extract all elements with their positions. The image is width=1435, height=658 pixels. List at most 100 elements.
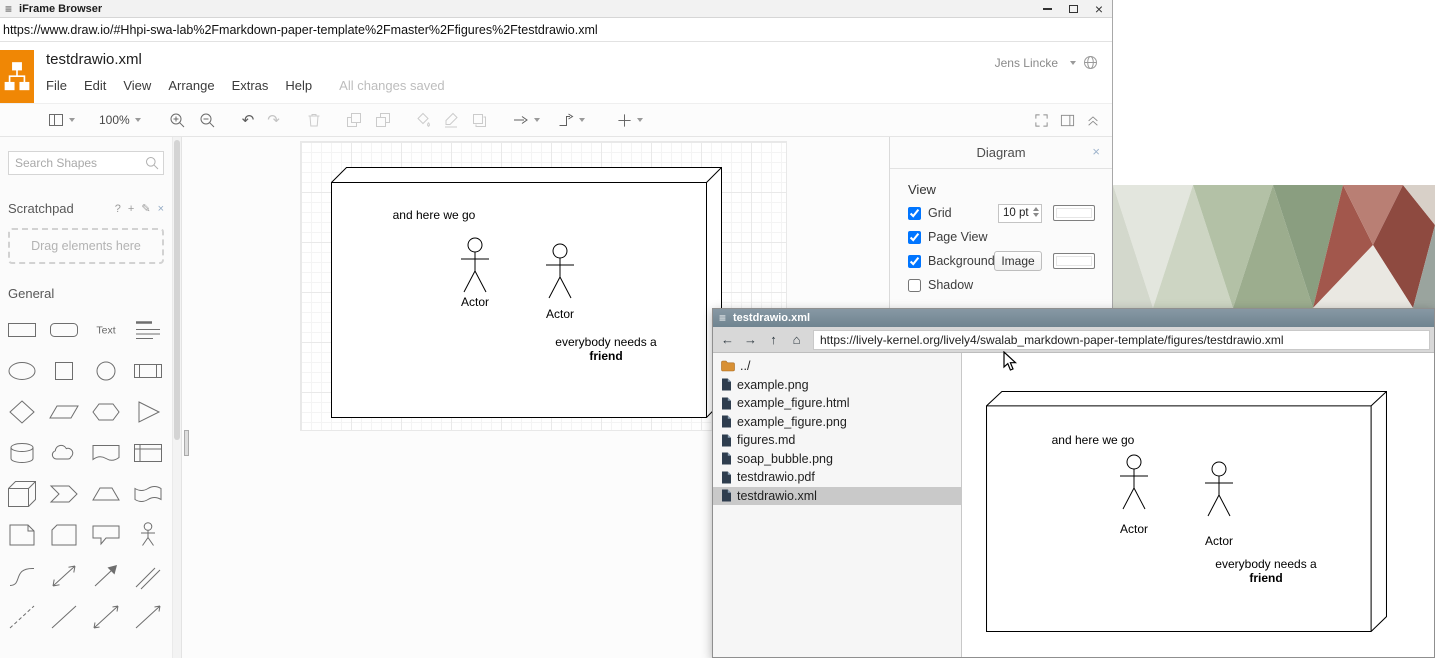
internal-storage-shape[interactable] (130, 436, 166, 470)
user-name[interactable]: Jens Lincke (995, 56, 1058, 70)
file-url-field[interactable]: https://lively-kernel.org/lively4/swalab… (813, 330, 1430, 350)
collapse-toolbar-icon[interactable] (1086, 113, 1100, 127)
fullscreen-icon[interactable] (1034, 113, 1049, 128)
window-titlebar[interactable]: ≡ iFrame Browser × (0, 0, 1112, 18)
background-image-button[interactable]: Image (994, 251, 1042, 271)
hamburger-icon[interactable]: ≡ (5, 3, 12, 15)
shadow-checkbox[interactable] (908, 279, 921, 292)
document-shape[interactable] (88, 436, 124, 470)
user-menu[interactable]: Jens Lincke (995, 55, 1098, 70)
directional-connector-shape[interactable] (130, 600, 166, 634)
maximize-button[interactable] (1060, 0, 1086, 17)
browser-url-text[interactable]: https://www.draw.io/#Hhpi-swa-lab%2Fmark… (0, 23, 598, 37)
menu-edit[interactable]: Edit (84, 78, 106, 93)
delete-button[interactable] (306, 112, 322, 128)
note-shape[interactable] (4, 518, 40, 552)
zoom-in-button[interactable] (169, 112, 186, 129)
fill-color-button[interactable] (415, 112, 431, 128)
menu-view[interactable]: View (123, 78, 151, 93)
dashed-line-shape[interactable] (4, 600, 40, 634)
menu-arrange[interactable]: Arrange (168, 78, 214, 93)
forward-button[interactable]: → (740, 329, 761, 350)
menu-extras[interactable]: Extras (232, 78, 269, 93)
bidirectional-connector-shape[interactable] (88, 600, 124, 634)
edit-icon[interactable]: ✎ (141, 202, 150, 215)
file-row[interactable]: figures.md (713, 431, 961, 450)
file-row[interactable]: soap_bubble.png (713, 450, 961, 469)
to-back-button[interactable] (375, 112, 391, 128)
background-checkbox[interactable] (908, 255, 921, 268)
grid-color-swatch[interactable] (1053, 205, 1095, 221)
file-row[interactable]: example.png (713, 376, 961, 395)
help-icon[interactable]: ? (115, 203, 121, 215)
trapezoid-shape[interactable] (88, 477, 124, 511)
scrollbar-thumb[interactable] (174, 140, 180, 440)
up-button[interactable]: ↑ (763, 329, 784, 350)
waypoints-dropdown[interactable] (558, 112, 585, 128)
arrow-shape[interactable] (88, 559, 124, 593)
line-shape[interactable] (46, 600, 82, 634)
stepper-down-icon[interactable] (1033, 213, 1039, 217)
file-row[interactable]: example_figure.png (713, 413, 961, 432)
insert-dropdown[interactable] (617, 113, 643, 128)
zoom-level[interactable]: 100% (99, 113, 130, 127)
diagram-note[interactable]: everybody needs a friend (546, 335, 666, 363)
cube-shape[interactable] (4, 477, 40, 511)
page-view-checkbox[interactable] (908, 231, 921, 244)
background-color-swatch[interactable] (1053, 253, 1095, 269)
text-shape[interactable]: Text (88, 313, 124, 347)
file-row[interactable]: testdrawio.xml (713, 487, 961, 506)
add-icon[interactable]: + (128, 203, 134, 215)
step-shape[interactable] (46, 477, 82, 511)
bidirectional-arrow-shape[interactable] (46, 559, 82, 593)
sidebar-collapse-handle[interactable] (184, 430, 189, 456)
redo-button[interactable]: ↷ (267, 113, 280, 128)
browser-url-bar[interactable]: https://www.draw.io/#Hhpi-swa-lab%2Fmark… (0, 18, 1112, 42)
diamond-shape[interactable] (4, 395, 40, 429)
page-view-dropdown[interactable] (48, 112, 75, 128)
diagram-caption[interactable]: and here we go (384, 208, 484, 222)
grid-checkbox[interactable] (908, 207, 921, 220)
menu-help[interactable]: Help (285, 78, 312, 93)
sidebar-scrollbar[interactable] (172, 137, 181, 658)
actor-shape[interactable] (130, 518, 166, 552)
close-icon[interactable]: × (158, 203, 164, 215)
hamburger-icon[interactable]: ≡ (719, 312, 726, 324)
line-color-button[interactable] (443, 112, 459, 128)
back-button[interactable]: ← (717, 329, 738, 350)
process-shape[interactable] (130, 354, 166, 388)
file-window-titlebar[interactable]: ≡ testdrawio.xml (713, 309, 1434, 327)
minimize-button[interactable] (1034, 0, 1060, 17)
actor-label[interactable]: Actor (530, 307, 590, 321)
undo-button[interactable]: ↶ (242, 113, 255, 128)
ellipse-shape[interactable] (4, 354, 40, 388)
actor-shape[interactable] (545, 243, 575, 300)
triangle-shape[interactable] (130, 395, 166, 429)
rectangle-shape[interactable] (4, 313, 40, 347)
format-panel-toggle-icon[interactable] (1060, 113, 1075, 128)
parallelogram-shape[interactable] (46, 395, 82, 429)
zoom-out-button[interactable] (199, 112, 216, 129)
zoom-level-dropdown[interactable]: 100% (99, 113, 141, 127)
file-row[interactable]: ../ (713, 357, 961, 376)
callout-shape[interactable] (88, 518, 124, 552)
grid-size-input[interactable]: 10 pt (998, 204, 1042, 223)
globe-icon[interactable] (1083, 55, 1098, 70)
menu-file[interactable]: File (46, 78, 67, 93)
close-icon[interactable]: × (1092, 144, 1100, 159)
shadow-button[interactable] (471, 112, 487, 128)
card-shape[interactable] (46, 518, 82, 552)
actor-label[interactable]: Actor (445, 295, 505, 309)
file-row[interactable]: example_figure.html (713, 394, 961, 413)
close-button[interactable]: × (1086, 0, 1112, 17)
square-shape[interactable] (46, 354, 82, 388)
heading-shape[interactable] (130, 313, 166, 347)
link-shape[interactable] (130, 559, 166, 593)
rounded-rectangle-shape[interactable] (46, 313, 82, 347)
circle-shape[interactable] (88, 354, 124, 388)
to-front-button[interactable] (346, 112, 362, 128)
scratchpad-drop-area[interactable]: Drag elements here (8, 228, 164, 264)
tape-shape[interactable] (130, 477, 166, 511)
connection-style-dropdown[interactable] (513, 112, 540, 128)
curve-shape[interactable] (4, 559, 40, 593)
